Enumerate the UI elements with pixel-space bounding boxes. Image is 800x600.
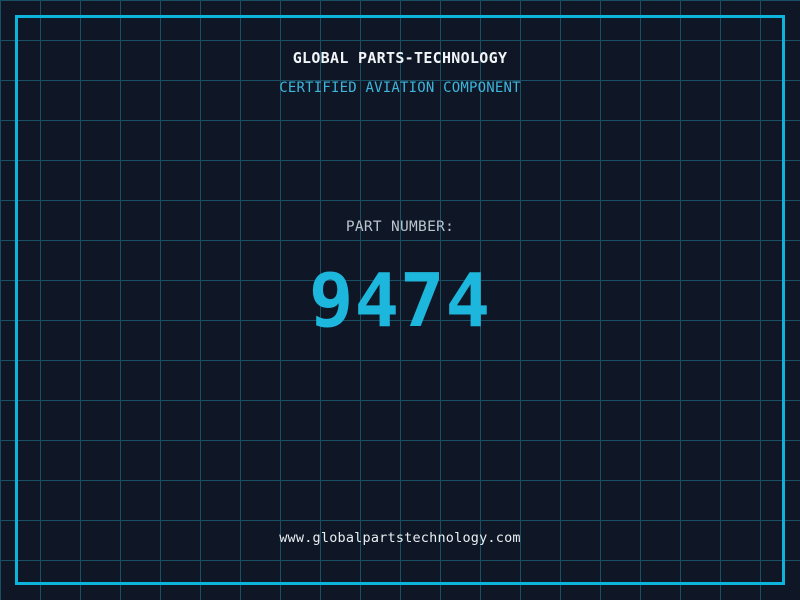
part-number-label: PART NUMBER: (345, 219, 455, 235)
certification-subtitle: CERTIFIED AVIATION COMPONENT (279, 80, 521, 96)
part-number-value: 9474 (308, 258, 492, 344)
website-url: www.globalpartstechnology.com (279, 530, 521, 546)
label-plate-screen: GLOBAL PARTS-TECHNOLOGY CERTIFIED AVIATI… (0, 0, 800, 600)
company-name: GLOBAL PARTS-TECHNOLOGY (292, 49, 508, 67)
